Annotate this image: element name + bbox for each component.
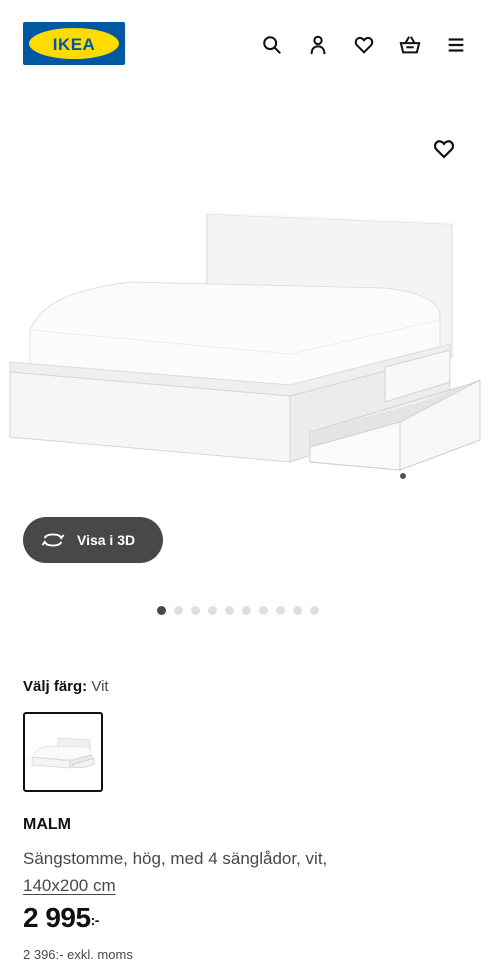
product-description-text: Sängstomme, hög, med 4 sänglådor, vit,	[23, 849, 328, 868]
user-icon[interactable]	[305, 32, 331, 58]
color-label: Välj färg:	[23, 678, 88, 695]
logo-text: IKEA	[52, 35, 96, 54]
product-description: Sängstomme, hög, med 4 sänglådor, vit, 1…	[23, 845, 463, 899]
site-header: IKEA	[0, 0, 490, 92]
basket-icon[interactable]	[397, 32, 423, 58]
carousel-dot[interactable]	[293, 605, 302, 615]
swatch-thumbnail	[31, 737, 95, 769]
color-selector-label: Välj färg: Vit	[23, 678, 109, 695]
price-suffix: :-	[90, 912, 100, 928]
bed-illustration	[9, 212, 481, 479]
color-value: Vit	[91, 678, 109, 695]
favorite-icon[interactable]	[430, 135, 458, 163]
price-ex-vat: 2 396:- exkl. moms	[23, 947, 133, 960]
logo-oval: IKEA	[29, 28, 119, 59]
product-price: 2 995:-	[23, 902, 99, 934]
menu-icon[interactable]	[443, 32, 469, 58]
carousel-dot[interactable]	[225, 605, 234, 615]
carousel-dot[interactable]	[310, 605, 319, 615]
product-size-link[interactable]: 140x200 cm	[23, 876, 116, 895]
carousel-dots	[157, 605, 319, 615]
view-3d-button[interactable]: Visa i 3D	[23, 517, 163, 563]
view-3d-label: Visa i 3D	[77, 532, 136, 548]
carousel-dot[interactable]	[242, 605, 251, 615]
carousel-dot[interactable]	[157, 605, 166, 615]
search-icon[interactable]	[259, 32, 285, 58]
color-swatch-white[interactable]	[23, 712, 103, 792]
carousel-dot[interactable]	[276, 605, 285, 615]
heart-icon[interactable]	[351, 32, 377, 58]
rotate-icon	[41, 533, 65, 547]
price-main: 2 995	[23, 902, 91, 933]
carousel-dot[interactable]	[191, 605, 200, 615]
product-name: MALM	[23, 816, 71, 833]
carousel-dot[interactable]	[174, 605, 183, 615]
carousel-dot[interactable]	[259, 605, 268, 615]
product-image[interactable]	[0, 92, 490, 512]
carousel-dot[interactable]	[208, 605, 217, 615]
ikea-logo[interactable]: IKEA	[23, 22, 125, 65]
